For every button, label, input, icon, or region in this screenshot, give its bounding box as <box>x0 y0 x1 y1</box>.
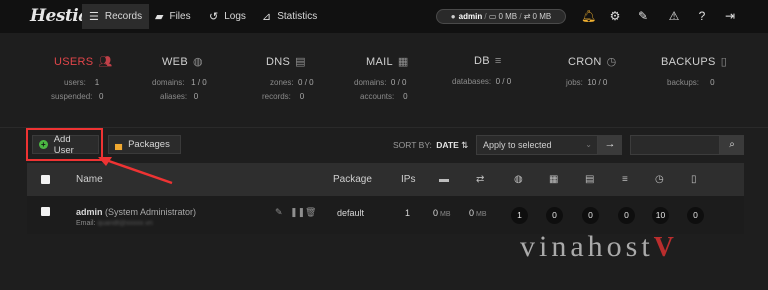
watermark-text: vinahost <box>520 230 654 263</box>
vinahost-watermark: vinahostV <box>520 230 678 264</box>
watermark-mark: V <box>653 232 678 263</box>
